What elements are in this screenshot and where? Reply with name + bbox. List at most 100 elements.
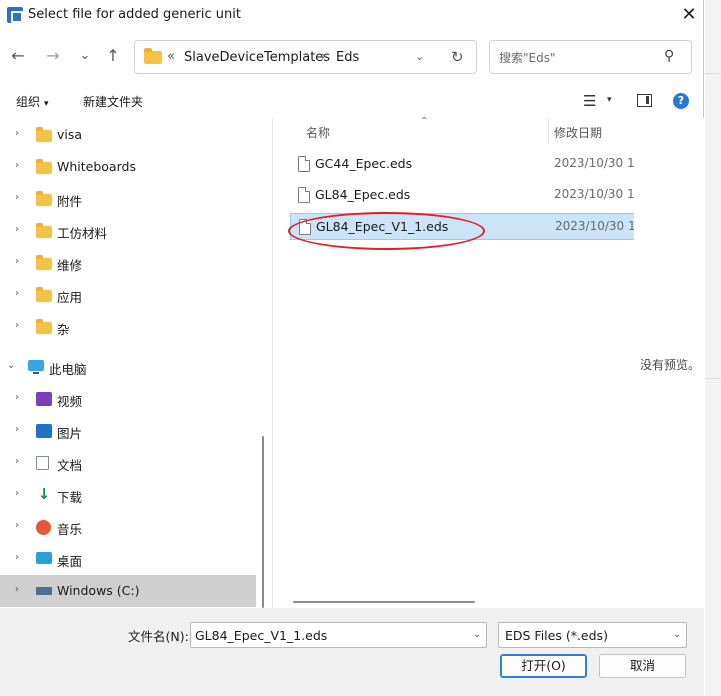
sidebar-item-label: 此电脑 [49,362,87,377]
filetype-select[interactable]: EDS Files (*.eds) ⌄ [498,622,687,648]
refresh-icon[interactable]: ↻ [451,48,464,66]
breadcrumb-separator[interactable]: › [321,49,326,64]
navigation-bar: ← → ⌄ ↑ « SlaveDeviceTemplates › Eds ⌄ ↻… [0,38,704,76]
sidebar-item-downloads[interactable]: › ↓ 下载 [0,479,256,511]
sidebar-item-desktop[interactable]: › 桌面 [0,543,256,575]
chevron-right-icon[interactable]: › [15,288,19,299]
column-header-date[interactable]: 修改日期 [554,124,602,141]
sidebar-item-windows-c[interactable]: › Windows (C:) [0,575,256,607]
horizontal-scrollbar-thumb[interactable] [293,601,475,603]
up-button[interactable]: ↑ [103,46,123,66]
command-bar: 组织 ▾ 新建文件夹 ☰ ▾ ? [0,86,704,116]
chevron-right-icon[interactable]: › [15,224,19,235]
sidebar-item-visa[interactable]: › visa [0,119,256,151]
breadcrumb-eds[interactable]: Eds [336,50,359,65]
chevron-right-icon[interactable]: › [15,160,19,171]
view-options-icon[interactable]: ☰ [583,92,596,110]
filename-dropdown-icon[interactable]: ⌄ [473,629,481,640]
sidebar-item-label: 视频 [57,394,83,409]
organize-button[interactable]: 组织 ▾ [16,93,49,110]
sidebar-item-attachments[interactable]: › 附件 [0,183,256,215]
sidebar-item-label: 杂 [57,322,70,337]
no-preview-text: 没有预览。 [640,358,701,372]
sidebar-item-label: 应用 [57,290,83,305]
help-icon[interactable]: ? [673,93,689,109]
chevron-down-icon[interactable]: ⌄ [7,360,15,371]
search-icon[interactable]: ⚲ [664,48,674,64]
file-date: 2023/10/30 13 [554,187,634,201]
close-button[interactable]: ✕ [674,2,704,30]
folder-icon [144,48,162,64]
recent-locations-button[interactable]: ⌄ [75,46,95,66]
file-row[interactable]: GC44_Epec.eds 2023/10/30 13 [290,151,635,178]
forward-button[interactable]: → [43,46,63,66]
sidebar-item-materials[interactable]: › 工仿材料 [0,215,256,247]
sidebar-item-label: 维修 [57,258,83,273]
new-folder-button[interactable]: 新建文件夹 [83,93,143,110]
sidebar-item-this-pc[interactable]: ⌄ 此电脑 [0,351,256,383]
sidebar-item-label: Whiteboards [57,159,136,174]
file-name: GL84_Epec.eds [315,187,411,202]
sidebar-item-music[interactable]: › 音乐 [0,511,256,543]
organize-label: 组织 [16,95,41,109]
file-name: GC44_Epec.eds [315,156,413,171]
chevron-right-icon[interactable]: › [15,584,19,595]
sidebar-item-whiteboards[interactable]: › Whiteboards [0,151,256,183]
sidebar-item-repair[interactable]: › 维修 [0,247,256,279]
sidebar-item-label: 工仿材料 [57,226,108,241]
download-icon: ↓ [36,485,52,503]
back-button[interactable]: ← [8,46,28,66]
sidebar-item-label: Windows (C:) [57,583,140,598]
folder-icon [36,255,52,270]
chevron-right-icon[interactable]: › [15,320,19,331]
sort-ascending-icon: ⌃ [420,116,429,127]
folder-icon [36,319,52,334]
chevron-right-icon[interactable]: › [15,192,19,203]
chevron-right-icon[interactable]: › [15,552,19,563]
column-divider[interactable] [548,118,549,144]
filetype-dropdown-icon[interactable]: ⌄ [673,629,681,640]
search-input[interactable] [499,49,649,67]
sidebar-item-documents[interactable]: › 文档 [0,447,256,479]
view-options-chevron-icon[interactable]: ▾ [607,95,612,105]
chevron-right-icon[interactable]: › [15,128,19,139]
breadcrumb-overflow[interactable]: « [167,49,175,64]
sidebar-item-pictures[interactable]: › 图片 [0,415,256,447]
chevron-right-icon[interactable]: › [15,392,19,403]
preview-pane-icon[interactable] [637,94,652,107]
computer-icon [28,360,44,374]
chevron-right-icon[interactable]: › [15,488,19,499]
breadcrumb-slave-device-templates[interactable]: SlaveDeviceTemplates [184,50,330,65]
address-bar[interactable]: « SlaveDeviceTemplates › Eds ⌄ ↻ [134,40,477,74]
navigation-scrollbar-thumb[interactable] [262,436,264,608]
open-button[interactable]: 打开(O) [500,654,587,678]
filename-input[interactable]: GL84_Epec_V1_1.eds ⌄ [190,622,487,648]
filename-value[interactable]: GL84_Epec_V1_1.eds [195,628,327,643]
chevron-right-icon[interactable]: › [15,456,19,467]
search-box[interactable]: ⚲ [489,40,692,74]
column-header-name[interactable]: 名称 [306,124,330,141]
file-date: 2023/10/30 13 [555,219,635,233]
dialog-footer: 文件名(N): GL84_Epec_V1_1.eds ⌄ EDS Files (… [0,608,704,696]
sidebar-item-apps[interactable]: › 应用 [0,279,256,311]
column-header: 名称 ⌃ 修改日期 [273,116,635,146]
chevron-right-icon[interactable]: › [15,424,19,435]
background-divider [705,378,721,379]
sidebar-item-misc[interactable]: › 杂 [0,311,256,343]
file-row[interactable]: GL84_Epec.eds 2023/10/30 13 [290,182,635,209]
address-dropdown-icon[interactable]: ⌄ [415,50,424,63]
filetype-value: EDS Files (*.eds) [505,628,608,643]
sidebar-item-label: visa [57,127,83,142]
sidebar-item-videos[interactable]: › 视频 [0,383,256,415]
file-row-selected[interactable]: GL84_Epec_V1_1.eds 2023/10/30 13 [290,213,635,240]
sidebar-item-label: 下载 [57,490,83,505]
chevron-right-icon[interactable]: › [15,256,19,267]
preview-pane: 没有预览。 [634,118,704,608]
sidebar-item-label: 图片 [57,426,83,441]
sidebar-item-label: 附件 [57,194,83,209]
background-window [705,0,721,696]
chevron-right-icon[interactable]: › [15,520,19,531]
folder-icon [36,191,52,206]
cancel-button[interactable]: 取消 [599,654,686,678]
file-list: 名称 ⌃ 修改日期 GC44_Epec.eds 2023/10/30 13 GL… [272,116,635,608]
